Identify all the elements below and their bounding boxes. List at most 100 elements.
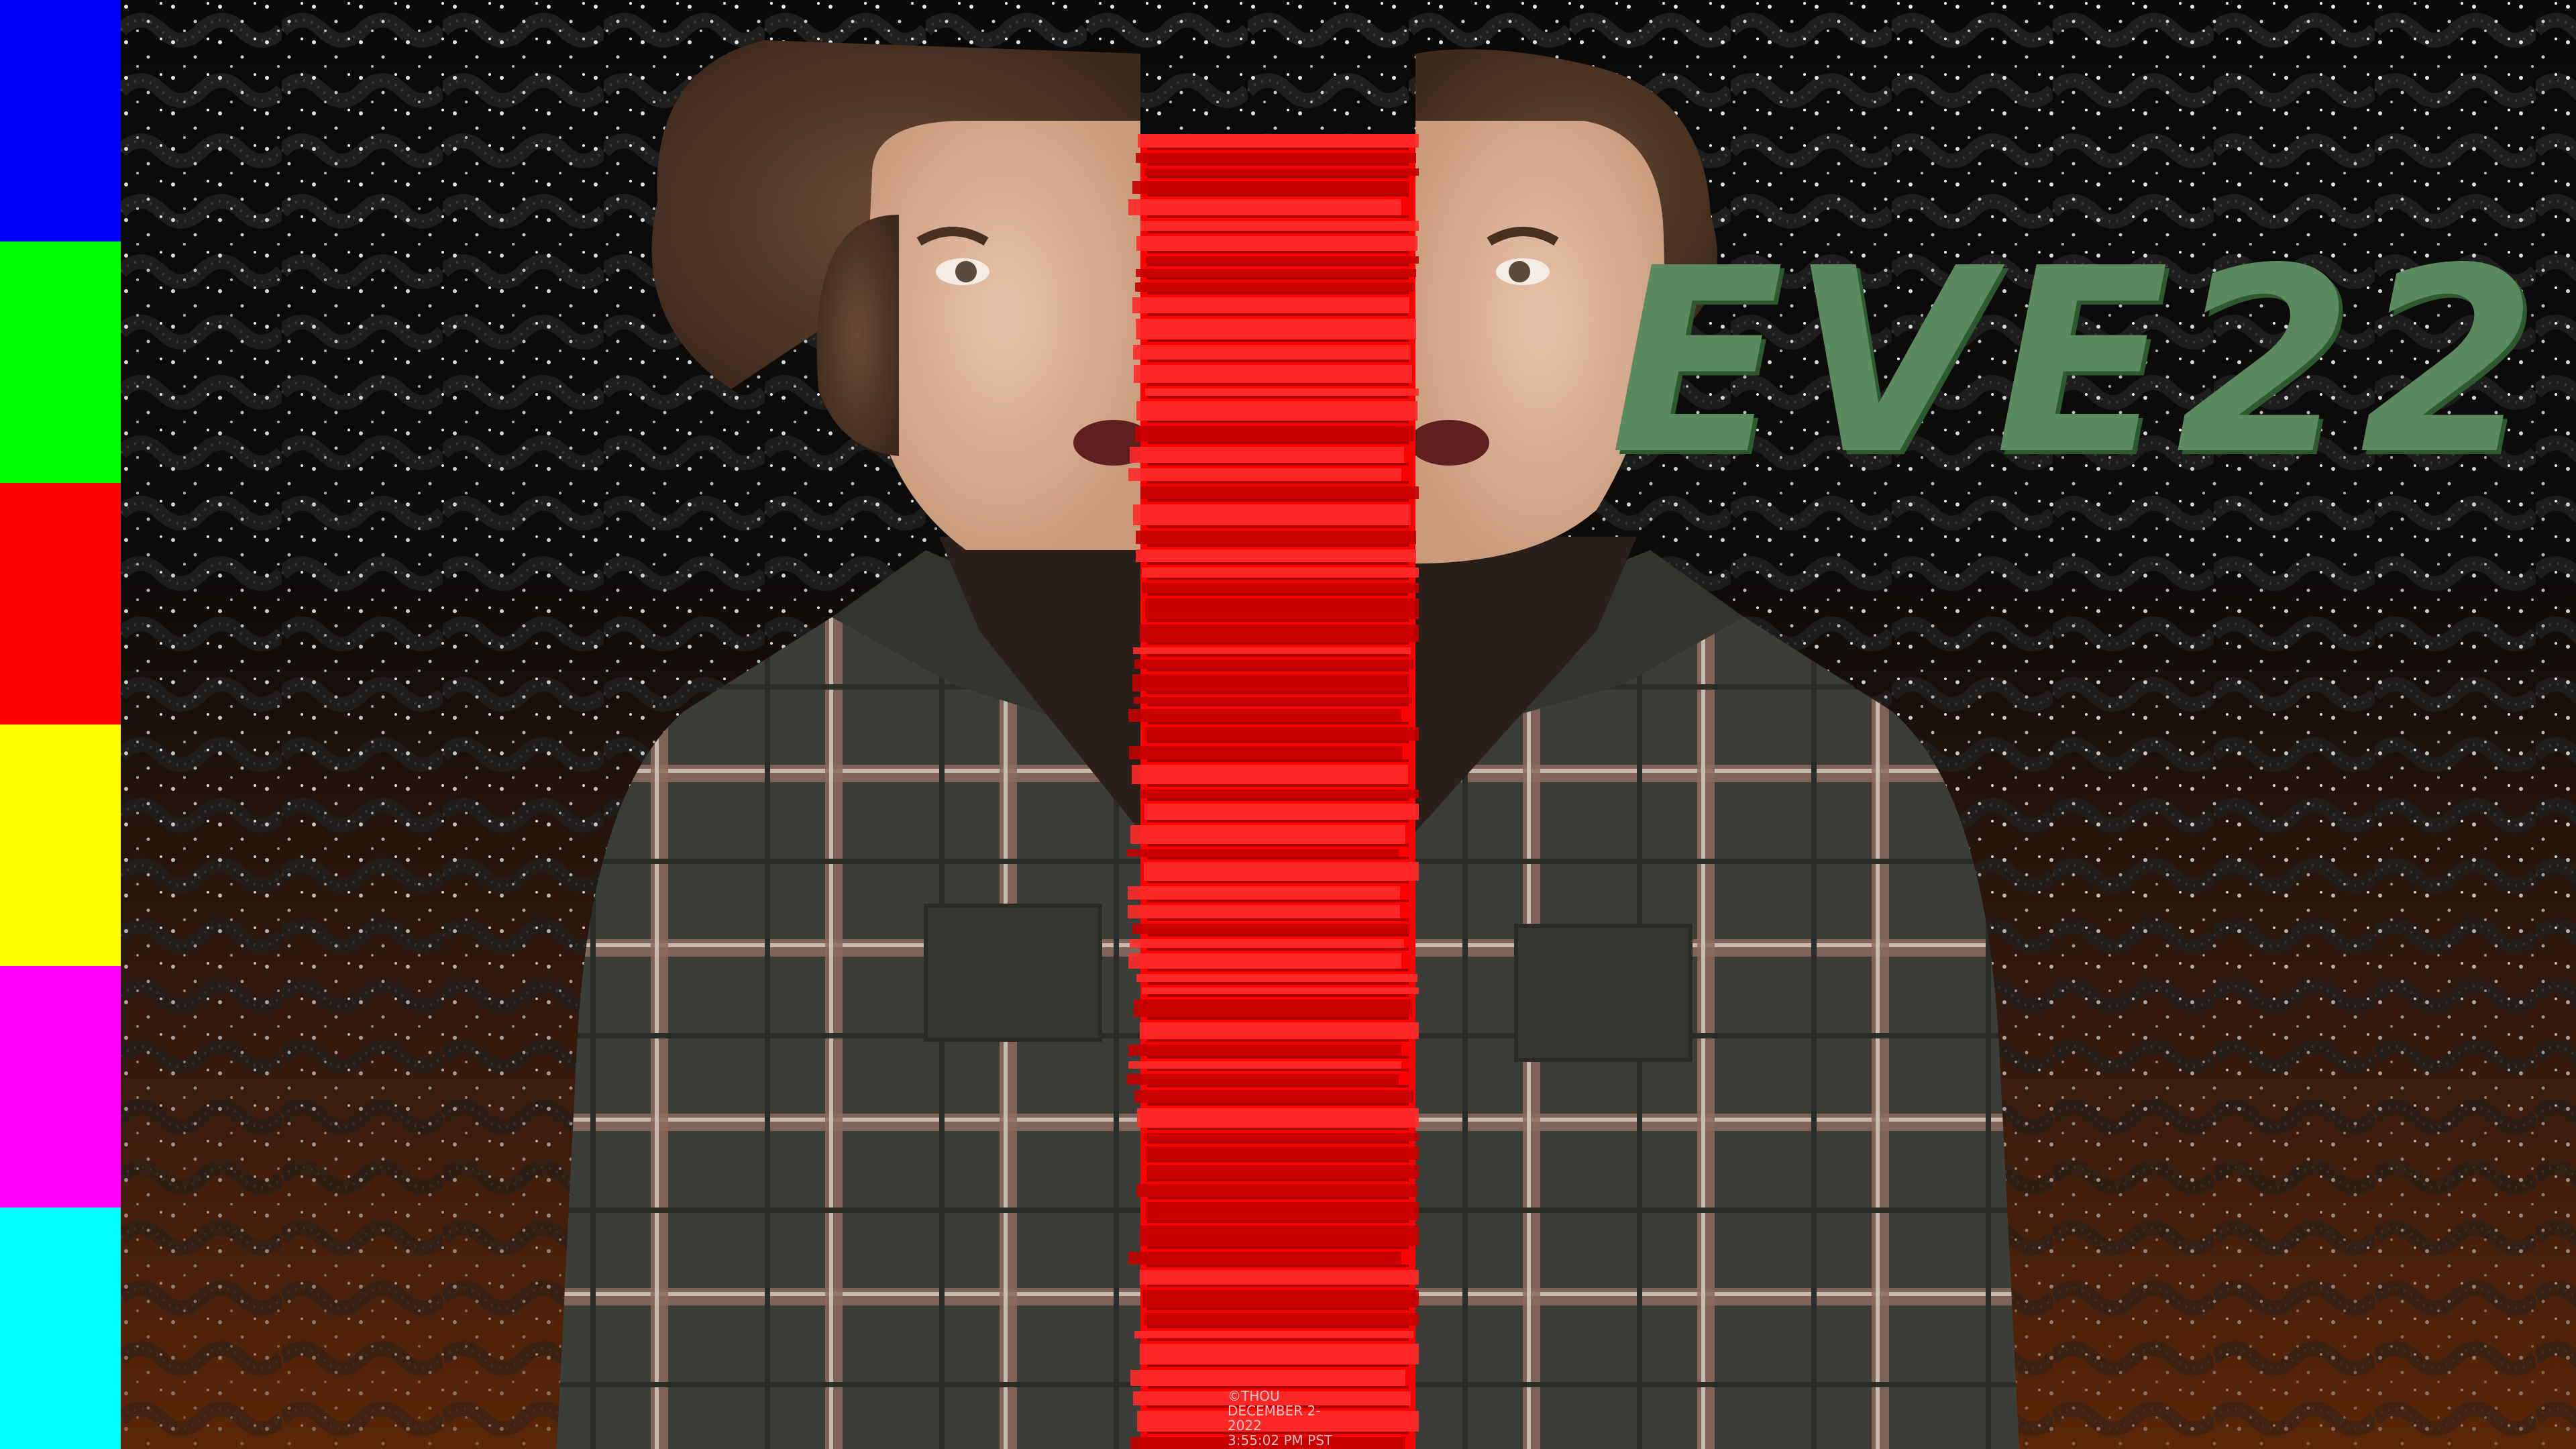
red-stripe-streak xyxy=(1128,886,1400,900)
red-stripe-gap xyxy=(1147,857,1409,859)
thumbnail-canvas: EVE22 ©THOU DECEMBER 2- 2022 3:55:02 PM … xyxy=(0,0,2576,1449)
red-stripe-streak xyxy=(1127,1074,1399,1085)
red-stripe-streak xyxy=(1128,953,1401,969)
red-stripe-streak xyxy=(1133,504,1411,525)
red-stripe-gap xyxy=(1147,642,1409,645)
red-stripe-gap xyxy=(1147,360,1409,362)
red-stripe-streak xyxy=(1136,153,1416,163)
red-stripe-streak xyxy=(1128,709,1401,722)
red-stripe-gap xyxy=(1147,982,1409,985)
red-stripe-streak xyxy=(1136,269,1416,277)
red-stripe-streak xyxy=(1130,1370,1405,1386)
eve22-logo: EVE22 xyxy=(1610,228,2544,496)
red-stripe-gap xyxy=(1147,1197,1409,1199)
red-stripe-gap xyxy=(1147,1364,1409,1367)
red-stripe-streak xyxy=(1144,1313,1419,1326)
watermark-line-4: 3:55:02 PM PST xyxy=(1228,1432,1333,1448)
red-stripe-streak xyxy=(1132,297,1409,313)
red-stripe-streak xyxy=(1128,199,1401,215)
red-stripe-gap xyxy=(1147,1307,1409,1310)
photo-timestamp-watermark: ©THOU DECEMBER 2- 2022 3:55:02 PM PST xyxy=(1228,1389,1362,1449)
red-stripe-streak xyxy=(1140,1344,1419,1364)
red-stripe-streak xyxy=(1140,1022,1419,1039)
red-stripe-streak xyxy=(1142,568,1419,578)
red-stripe-streak xyxy=(1128,1061,1401,1069)
red-stripe-gap xyxy=(1147,441,1409,444)
red-stripe-gap xyxy=(1147,215,1409,218)
red-glitch-stripe xyxy=(1127,134,1419,1449)
red-stripe-gap xyxy=(1147,654,1409,657)
red-stripe-gap xyxy=(1147,820,1409,822)
red-stripe-gap xyxy=(1147,692,1409,694)
red-stripe-gap xyxy=(1147,1141,1409,1144)
red-stripe-gap xyxy=(1147,264,1409,266)
red-stripe-gap xyxy=(1147,798,1409,801)
red-stripe-streak xyxy=(1128,1252,1401,1265)
watermark-line-1: ©THOU xyxy=(1228,1388,1280,1404)
red-stripe-gap xyxy=(1147,194,1409,197)
red-stripe-streak xyxy=(1140,1270,1419,1285)
red-stripe-gap xyxy=(1147,1160,1409,1163)
red-stripe-gap xyxy=(1147,619,1409,622)
watermark-line-3: 2022 xyxy=(1228,1417,1262,1434)
red-stripe-streak xyxy=(1136,1184,1417,1197)
red-stripe-gap xyxy=(1147,396,1409,398)
red-stripe-streak xyxy=(1133,345,1411,360)
red-stripe-streak xyxy=(1136,236,1417,251)
red-stripe-streak xyxy=(1145,598,1419,619)
red-stripe-gap xyxy=(1147,741,1409,743)
red-stripe-streak xyxy=(1130,447,1404,463)
red-stripe-gap xyxy=(1147,1056,1409,1059)
red-stripe-streak xyxy=(1137,1108,1419,1128)
color-bar-cyan xyxy=(0,1208,121,1449)
red-stripe-streak xyxy=(1129,746,1403,759)
red-stripe-gap xyxy=(1147,1285,1409,1287)
red-stripe-gap xyxy=(1147,383,1409,386)
red-stripe-streak xyxy=(1127,849,1399,857)
red-stripe-gap xyxy=(1147,918,1409,921)
red-stripe-streak xyxy=(1136,974,1417,982)
red-stripe-streak xyxy=(1144,727,1419,741)
red-stripe-streak xyxy=(1141,790,1419,798)
color-bar-magenta xyxy=(0,966,121,1208)
red-stripe-gap xyxy=(1147,499,1409,502)
portrait-left-half xyxy=(557,40,1154,1449)
red-stripe-gap xyxy=(1147,759,1409,762)
red-stripe-streak xyxy=(1142,583,1419,593)
red-stripe-streak xyxy=(1144,168,1419,176)
red-stripe-gap xyxy=(1147,1265,1409,1267)
red-stripe-streak xyxy=(1133,647,1411,654)
red-stripe-gap xyxy=(1147,1017,1409,1020)
red-stripe-gap xyxy=(1147,463,1409,466)
red-stripe-streak xyxy=(1136,531,1416,544)
red-stripe-streak xyxy=(1132,674,1409,692)
color-bars xyxy=(0,0,121,1449)
color-bar-green xyxy=(0,241,121,483)
color-bar-yellow xyxy=(0,724,121,966)
red-stripe-gap xyxy=(1147,176,1409,178)
red-stripe-streak xyxy=(1140,486,1419,499)
red-stripe-gap xyxy=(1147,1220,1409,1223)
red-stripe-gap xyxy=(1147,844,1409,847)
red-stripe-gap xyxy=(1147,277,1409,280)
red-stripe-streak xyxy=(1136,549,1416,562)
red-stripe-gap xyxy=(1147,292,1409,294)
red-stripe-gap xyxy=(1147,231,1409,233)
red-stripe-gap xyxy=(1147,1326,1409,1328)
watermark-line-2: DECEMBER 2- xyxy=(1228,1403,1321,1419)
red-stripe-streak xyxy=(1134,1331,1413,1338)
red-stripe-streak xyxy=(1132,765,1408,784)
red-stripe-streak xyxy=(1136,319,1416,339)
red-stripe-streak xyxy=(1134,365,1412,383)
red-stripe-streak xyxy=(1142,1290,1419,1307)
red-stripe-gap xyxy=(1147,969,1409,971)
red-stripe-streak xyxy=(1128,905,1400,918)
red-stripe-streak xyxy=(1130,825,1405,844)
red-stripe-gap xyxy=(1147,593,1409,596)
red-stripe-gap xyxy=(1147,1179,1409,1181)
red-stripe-gap xyxy=(1147,1128,1409,1130)
color-bar-red xyxy=(0,483,121,724)
red-stripe-gap xyxy=(1147,948,1409,951)
red-stripe-streak xyxy=(1145,1146,1419,1160)
red-stripe-gap xyxy=(1147,669,1409,672)
